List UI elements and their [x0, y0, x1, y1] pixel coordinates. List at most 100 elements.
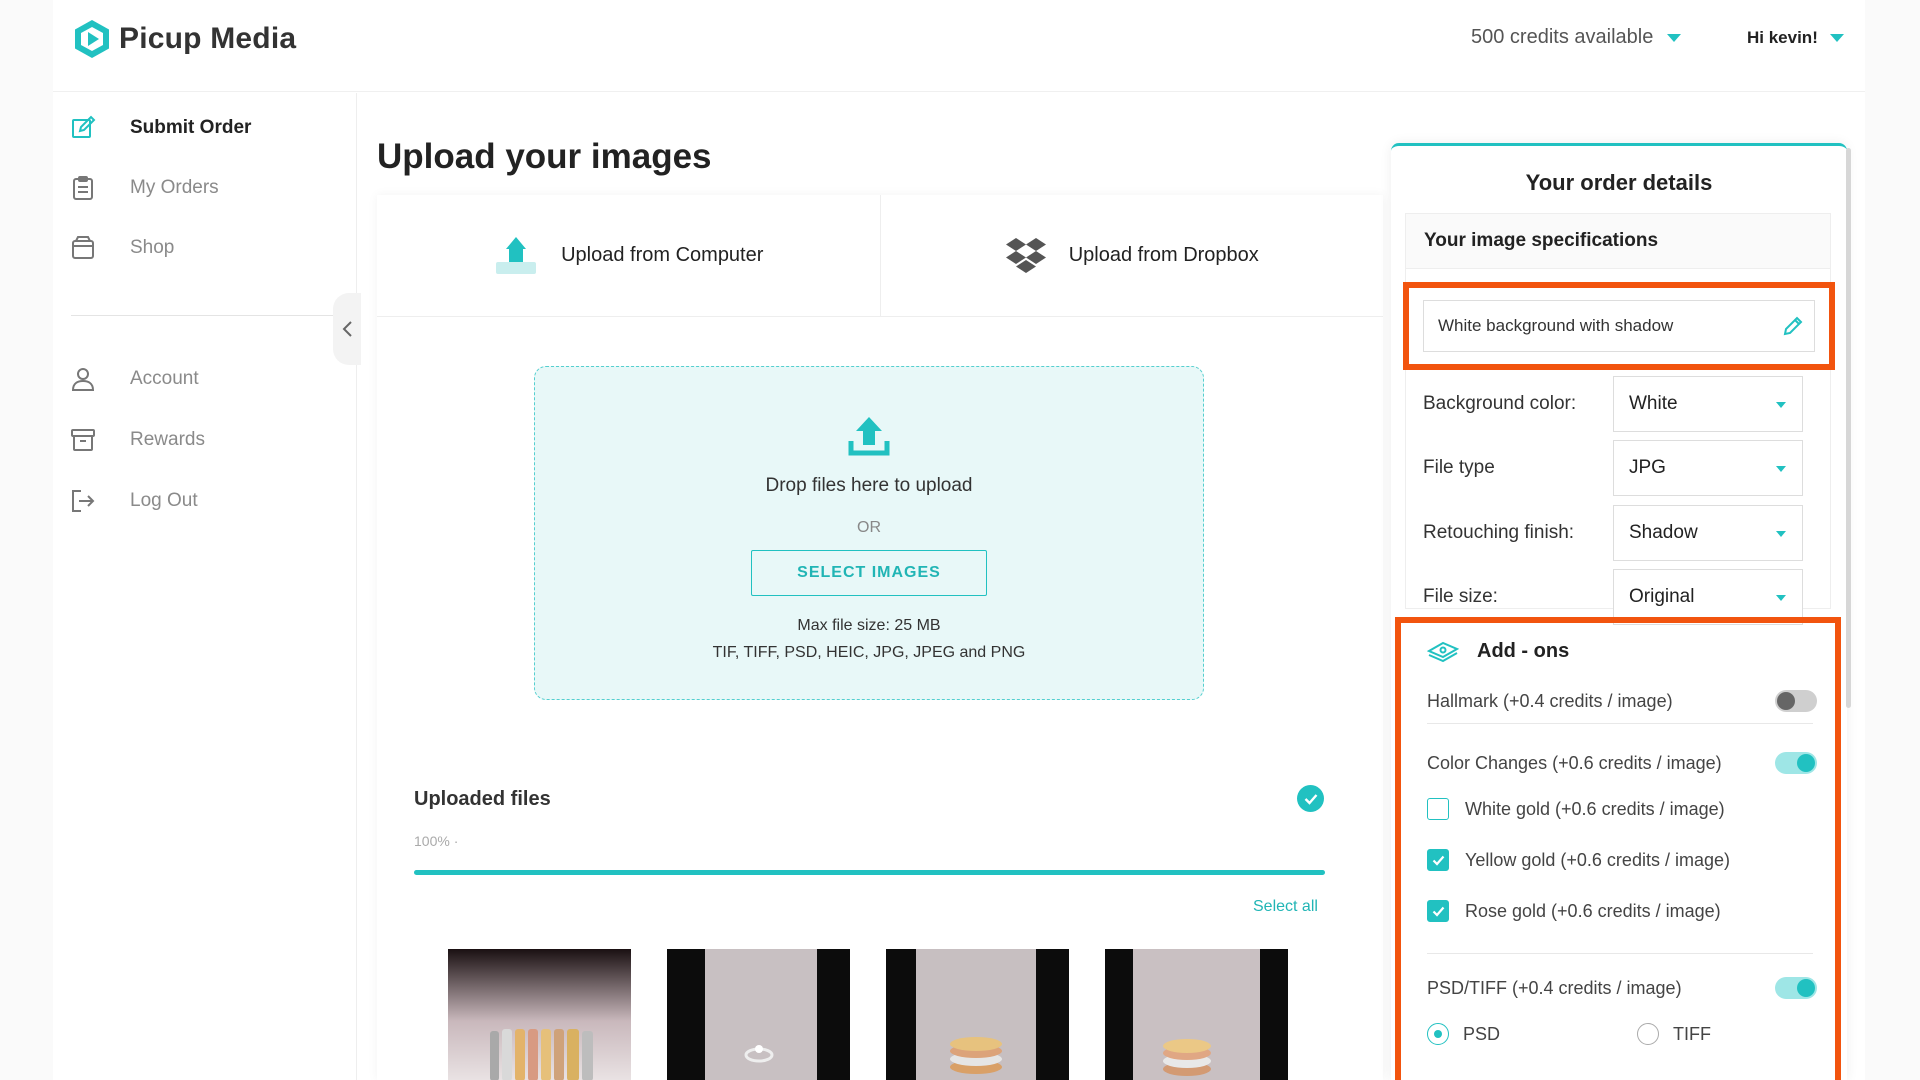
- addon-label: Hallmark (+0.4 credits / image): [1427, 690, 1673, 711]
- tab-label: Upload from Dropbox: [1068, 244, 1259, 266]
- background-color-select[interactable]: White: [1613, 376, 1803, 432]
- credits-dropdown[interactable]: 500 credits available: [1471, 26, 1682, 49]
- spec-file-type: File type JPG: [1423, 440, 1813, 496]
- upload-computer-icon: [496, 236, 537, 274]
- uploaded-files-title: Uploaded files: [414, 788, 551, 810]
- color-changes-toggle[interactable]: [1775, 752, 1817, 774]
- upload-tabs: Upload from Computer Upload from Dropbox: [377, 195, 1383, 317]
- addon-divider: [1427, 953, 1813, 954]
- picup-logo-icon: [75, 20, 109, 58]
- select-images-button[interactable]: SELECT IMAGES: [751, 550, 987, 596]
- preset-value: White background with shadow: [1438, 316, 1674, 335]
- hallmark-toggle[interactable]: [1775, 690, 1817, 712]
- shop-icon: [70, 235, 96, 261]
- format-label: PSD: [1463, 1023, 1501, 1044]
- checkbox-checked[interactable]: [1427, 900, 1449, 922]
- radio-selected[interactable]: [1427, 1023, 1449, 1045]
- addon-label: PSD/TIFF (+0.4 credits / image): [1427, 977, 1682, 998]
- collapse-sidebar-button[interactable]: [333, 293, 361, 365]
- pencil-icon[interactable]: [1782, 315, 1804, 342]
- sidebar-item-rewards[interactable]: Rewards: [70, 427, 205, 453]
- sidebar-divider: [71, 315, 353, 316]
- checkbox[interactable]: [1427, 798, 1449, 820]
- chevron-down-icon: [1829, 34, 1844, 42]
- chevron-down-icon: [1776, 531, 1786, 537]
- upload-complete-icon: [1297, 785, 1324, 812]
- sidebar-item-account[interactable]: Account: [70, 366, 199, 392]
- chevron-down-icon: [1776, 402, 1786, 408]
- spec-label: Retouching finish:: [1423, 522, 1575, 543]
- check-icon: [1432, 855, 1444, 866]
- image-thumbnail[interactable]: [448, 949, 631, 1080]
- preset-highlight: White background with shadow: [1403, 282, 1835, 370]
- select-value: White: [1629, 393, 1678, 414]
- tab-upload-from-computer[interactable]: Upload from Computer: [377, 195, 880, 316]
- user-icon: [70, 366, 96, 392]
- order-details-title: Your order details: [1525, 170, 1713, 195]
- ring-stack-photo: [886, 949, 1069, 1080]
- upload-icon: [848, 417, 890, 456]
- select-value: Shadow: [1629, 522, 1698, 543]
- upload-progress-fill: [414, 870, 1325, 875]
- addons-title: Add - ons: [1427, 639, 1569, 663]
- checkbox-checked[interactable]: [1427, 849, 1449, 871]
- sidebar-item-label: Submit Order: [130, 117, 252, 138]
- format-tiff[interactable]: TIFF: [1637, 1023, 1711, 1045]
- sidebar-item-log-out[interactable]: Log Out: [70, 488, 198, 514]
- addon-color-changes: Color Changes (+0.6 credits / image): [1427, 743, 1817, 783]
- spec-label: Background color:: [1423, 393, 1577, 414]
- sidebar-item-label: My Orders: [130, 177, 219, 198]
- sidebar-item-my-orders[interactable]: My Orders: [70, 175, 219, 201]
- rings-photo: [448, 949, 631, 1080]
- addon-psd-tiff: PSD/TIFF (+0.4 credits / image): [1427, 968, 1817, 1008]
- spec-label: File type: [1423, 457, 1495, 478]
- image-thumbnail[interactable]: [886, 949, 1069, 1080]
- chevron-down-icon: [1667, 33, 1682, 42]
- sidebar-item-label: Log Out: [130, 490, 198, 511]
- image-thumbnail[interactable]: [1105, 949, 1288, 1080]
- order-panel-scrollbar[interactable]: [1846, 148, 1851, 708]
- image-specifications-header: Your image specifications: [1405, 213, 1831, 269]
- spec-label: File size:: [1423, 586, 1498, 607]
- option-label: White gold (+0.6 credits / image): [1465, 798, 1725, 819]
- option-rose-gold[interactable]: Rose gold (+0.6 credits / image): [1427, 900, 1721, 922]
- sidebar-item-shop[interactable]: Shop: [70, 235, 174, 261]
- logout-icon: [70, 488, 96, 514]
- edit-icon: [70, 115, 96, 141]
- page-title: Upload your images: [377, 137, 712, 176]
- sidebar-item-label: Shop: [130, 237, 175, 258]
- file-type-select[interactable]: JPG: [1613, 440, 1803, 496]
- option-label: Rose gold (+0.6 credits / image): [1465, 900, 1721, 921]
- greeting-text: Hi kevin!: [1747, 28, 1818, 47]
- sidebar-item-submit-order[interactable]: Submit Order: [70, 115, 251, 141]
- user-menu[interactable]: Hi kevin!: [1747, 28, 1844, 48]
- psd-tiff-toggle[interactable]: [1775, 977, 1817, 999]
- ring-photo: [667, 949, 850, 1080]
- archive-icon: [70, 427, 96, 453]
- sidebar: Submit Order My Orders Shop Account Rewa…: [53, 93, 361, 1080]
- image-thumbnail[interactable]: [667, 949, 850, 1080]
- toggle-knob: [1797, 979, 1815, 997]
- app-shell: Picup Media 500 credits available Hi kev…: [53, 0, 1865, 1080]
- retouching-finish-select[interactable]: Shadow: [1613, 505, 1803, 561]
- addon-label: Color Changes (+0.6 credits / image): [1427, 752, 1722, 773]
- option-white-gold[interactable]: White gold (+0.6 credits / image): [1427, 798, 1725, 820]
- addons-label: Add - ons: [1477, 639, 1570, 662]
- option-yellow-gold[interactable]: Yellow gold (+0.6 credits / image): [1427, 849, 1730, 871]
- format-psd[interactable]: PSD: [1427, 1023, 1500, 1045]
- chevron-down-icon: [1776, 595, 1786, 601]
- max-file-size: Max file size: 25 MB: [797, 617, 941, 634]
- radio[interactable]: [1637, 1023, 1659, 1045]
- logo[interactable]: Picup Media: [71, 18, 296, 60]
- tab-upload-from-dropbox[interactable]: Upload from Dropbox: [879, 195, 1384, 316]
- dropbox-icon: [1005, 237, 1046, 273]
- file-dropzone[interactable]: Drop files here to upload OR SELECT IMAG…: [534, 366, 1204, 700]
- supported-file-types: TIF, TIFF, PSD, HEIC, JPG, JPEG and PNG: [712, 644, 1026, 661]
- select-all-link[interactable]: Select all: [1253, 898, 1318, 916]
- toggle-knob: [1777, 692, 1795, 710]
- preset-field[interactable]: White background with shadow: [1423, 300, 1815, 352]
- money-stack-icon: [1427, 641, 1459, 663]
- addon-divider: [1427, 723, 1813, 724]
- toggle-knob: [1797, 754, 1815, 772]
- order-details-panel: Your order details Your image specificat…: [1391, 143, 1847, 1080]
